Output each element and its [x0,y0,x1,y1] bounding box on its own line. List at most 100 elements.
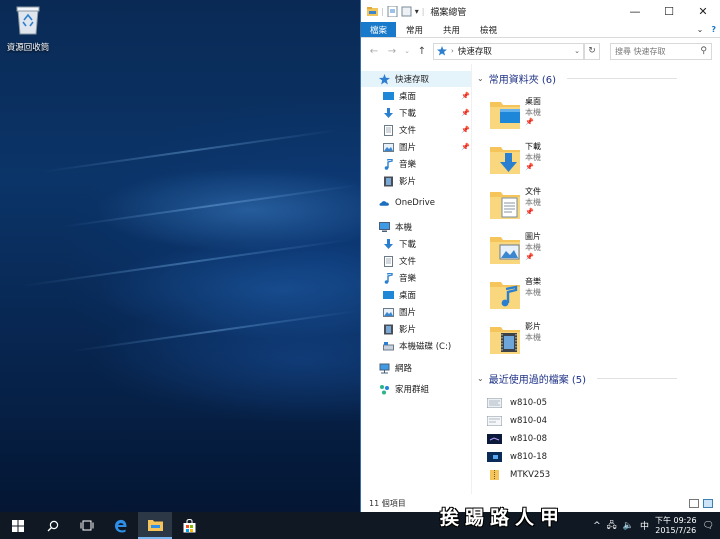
search-input[interactable]: 搜尋 快速存取 ⚲ [610,42,712,60]
nav-quick-desktop[interactable]: 桌面 📌 [383,88,470,104]
toolbar-divider: | [421,6,425,16]
edge-icon [115,519,127,533]
tab-home[interactable]: 常用 [396,22,433,37]
frequent-folders-header[interactable]: ⌄ 常用資料夾 (6) [477,71,678,86]
pin-icon: 📌 [461,126,470,134]
search-placeholder: 搜尋 快速存取 [615,46,666,56]
close-button[interactable]: ✕ [686,0,720,22]
folder-tile-downloads[interactable]: 下載 本機 📌 [489,139,709,183]
address-dropdown-icon[interactable]: ⌄ [574,47,580,55]
start-button[interactable] [0,512,36,539]
folder-tile-pictures[interactable]: 圖片 本機 📌 [489,229,709,273]
file-explorer-taskbar-button[interactable] [138,512,172,539]
customize-toolbar-icon[interactable]: ▾ [415,7,419,16]
pin-icon: 📌 [525,118,534,126]
network-icon [379,363,390,373]
recent-file-item[interactable]: MTKV253 [487,466,550,483]
nav-pc-pictures[interactable]: 圖片 [383,304,416,320]
tab-file[interactable]: 檔案 [361,22,397,37]
nav-quick-documents[interactable]: 文件 📌 [383,122,470,138]
show-hidden-icons-chevron-icon[interactable]: ^ [593,521,601,531]
edge-browser-button[interactable] [104,512,138,539]
details-view-button[interactable] [689,498,699,508]
folder-tile-documents[interactable]: 文件 本機 📌 [489,184,709,228]
collapse-chevron-icon: ⌄ [477,374,484,383]
folder-location: 本機 [525,333,541,342]
address-bar[interactable]: › 快速存取 ⌄ [433,42,584,60]
nav-quick-videos[interactable]: 影片 [383,173,416,189]
divider [567,78,678,79]
expand-ribbon-icon[interactable]: ⌄ [693,22,708,37]
properties-icon[interactable] [387,5,398,17]
nav-network[interactable]: 網路 [379,360,412,376]
nav-quick-music[interactable]: 音樂 [383,156,416,172]
pin-icon: 📌 [461,109,470,117]
large-icons-view-button[interactable] [703,498,713,508]
pictures-icon [383,307,394,317]
search-button[interactable] [36,512,70,539]
document-icon [384,124,393,136]
recycle-bin-shortcut[interactable]: 資源回收筒 [4,4,52,53]
nav-pc-videos[interactable]: 影片 [383,321,416,337]
maximize-button[interactable]: ☐ [652,0,686,22]
folder-name: 文件 [525,187,541,196]
videos-folder-icon [490,327,520,354]
action-center-message-icon[interactable]: 🗨 [703,521,714,531]
nav-pc-desktop[interactable]: 桌面 [383,287,416,303]
folder-location: 本機 [525,108,541,117]
tab-view[interactable]: 檢視 [470,22,507,37]
nav-this-pc[interactable]: 本機 [379,219,412,235]
forward-button[interactable]: → [385,46,399,57]
network-status-icon[interactable]: 🖧 [607,518,617,534]
nav-label: 快速存取 [395,75,430,85]
breadcrumb-quick-access[interactable]: 快速存取 [458,45,492,57]
new-folder-icon[interactable] [401,6,412,17]
nav-quick-downloads[interactable]: 下載 📌 [383,105,470,121]
volume-icon[interactable]: 🔈 [623,521,634,531]
refresh-button[interactable]: ↻ [584,42,600,60]
store-button[interactable] [172,512,206,539]
folder-tile-videos[interactable]: 影片 本機 [489,319,709,363]
help-icon[interactable]: ? [707,22,720,37]
recent-files-header[interactable]: ⌄ 最近使用過的檔案 (5) [477,371,678,386]
recent-file-item[interactable]: w810-04 [487,412,547,429]
nav-onedrive[interactable]: OneDrive [379,195,435,211]
recent-file-item[interactable]: w810-18 [487,448,547,465]
tab-share[interactable]: 共用 [433,22,470,37]
address-row: ← → ⌄ ↑ › 快速存取 ⌄ ↻ 搜尋 快速存取 ⚲ [361,38,720,64]
nav-label: 文件 [399,126,417,136]
recent-locations-icon[interactable]: ⌄ [403,47,411,55]
folder-tile-music[interactable]: 音樂 本機 [489,274,709,318]
clock[interactable]: 下午 09:26 2015/7/26 [655,516,697,536]
star-icon [379,73,390,84]
title-bar: | ▾ | 檔案總管 — ☐ ✕ [361,0,720,22]
folder-tile-desktop[interactable]: 桌面 本機 📌 [489,94,709,138]
document-icon [384,255,393,267]
input-method-indicator[interactable]: 中 [640,519,649,532]
pin-icon: 📌 [525,208,534,216]
nav-quick-access[interactable]: 快速存取 [361,71,471,87]
nav-pc-music[interactable]: 音樂 [383,270,416,286]
nav-homegroup[interactable]: 家用群組 [379,381,429,397]
watermark-text: 挨踢路人甲 [440,507,566,529]
task-view-button[interactable] [70,512,104,539]
pin-icon: 📌 [525,163,534,171]
file-name: MTKV253 [510,469,551,480]
pin-icon: 📌 [461,92,470,100]
nav-label: OneDrive [395,198,435,208]
recent-file-item[interactable]: w810-08 [487,430,547,447]
nav-pc-local-disk[interactable]: 本機磁碟 (C:) [383,338,451,354]
nav-quick-pictures[interactable]: 圖片 📌 [383,139,470,155]
documents-folder-icon [490,192,520,219]
search-icon [47,520,59,531]
music-folder-icon [490,282,520,309]
recent-file-item[interactable]: w810-05 [487,394,547,411]
nav-pc-downloads[interactable]: 下載 [383,236,416,252]
nav-pc-documents[interactable]: 文件 [383,253,416,269]
window-title: 檔案總管 [430,7,467,18]
minimize-button[interactable]: — [618,0,652,22]
zip-folder-icon [490,469,499,480]
back-button[interactable]: ← [367,46,381,57]
computer-icon [379,221,390,232]
up-button[interactable]: ↑ [415,46,429,57]
